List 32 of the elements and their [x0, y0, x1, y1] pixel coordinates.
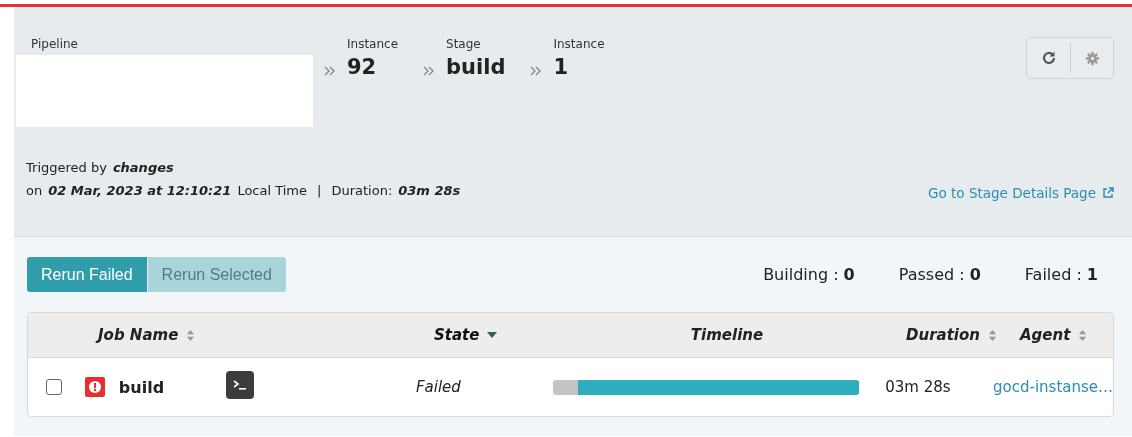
crumb-value: 92	[347, 55, 378, 79]
external-link-icon	[1102, 187, 1114, 199]
on-label: on	[26, 183, 43, 198]
job-name[interactable]: build	[118, 377, 165, 397]
crumb-label: Instance	[347, 37, 399, 51]
row-checkbox[interactable]	[46, 379, 63, 395]
stage-date: 02 Mar, 2023 at 12:10:21	[48, 183, 232, 198]
job-state: Failed	[415, 378, 461, 396]
column-header[interactable]: Duration	[906, 326, 980, 344]
stage-duration: 03m 28s	[398, 183, 461, 198]
refresh-icon	[1040, 50, 1057, 66]
terminal-icon[interactable]	[225, 371, 254, 399]
crumb-value: build	[446, 55, 506, 79]
triggered-label: Triggered by	[26, 160, 107, 175]
job-duration: 03m 28s	[885, 378, 951, 396]
separator-text: |	[317, 183, 322, 198]
job-count: Passed : 0	[898, 265, 981, 284]
job-count: Failed : 1	[1024, 265, 1098, 284]
column-header: Timeline	[690, 326, 764, 344]
column-header[interactable]: Agent	[1020, 326, 1071, 344]
crumb-value: 1	[553, 55, 570, 79]
trigger-reason: changes	[112, 160, 174, 175]
crumb-label: Stage	[446, 37, 482, 51]
job-count: Building : 0	[763, 265, 855, 284]
sort-down-icon[interactable]	[487, 332, 498, 338]
crumb-label: Instance	[553, 37, 605, 51]
duration-label: Duration:	[331, 183, 393, 198]
local-time-label: Local Time	[237, 183, 308, 198]
agent-link[interactable]: gocd-instanse…	[993, 378, 1113, 396]
column-header[interactable]: State	[434, 326, 480, 344]
chevron-icon	[323, 65, 337, 77]
pipeline-label: Pipeline	[31, 37, 79, 51]
